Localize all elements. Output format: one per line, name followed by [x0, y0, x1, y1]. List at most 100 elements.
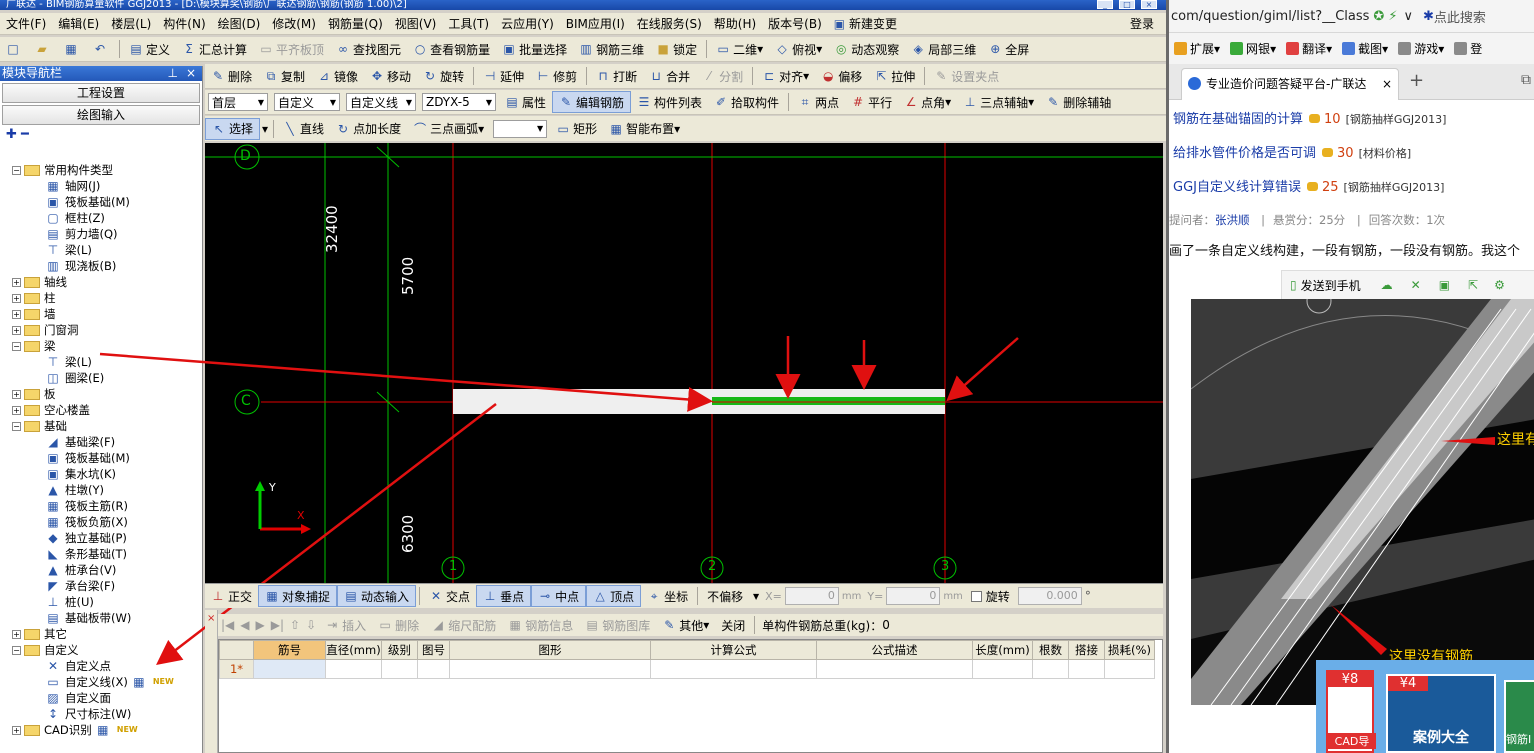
header-formula[interactable]: 计算公式	[650, 640, 817, 660]
count-cell[interactable]	[1032, 659, 1069, 679]
login-button[interactable]: 登录	[1124, 13, 1160, 35]
tree-folder[interactable]: − 常用构件类型	[12, 162, 113, 178]
define-button[interactable]: ▤ 定义	[123, 38, 176, 60]
prev-record-button[interactable]: ◀	[237, 614, 252, 636]
floor-select[interactable]: 首层 ▼	[208, 93, 268, 111]
tree-folder[interactable]: + 门窗洞	[12, 322, 79, 338]
offset-select[interactable]: 不偏移 ▼	[704, 587, 762, 605]
collapse-toggle-icon[interactable]: −	[12, 645, 21, 655]
bookmark-translate[interactable]: 翻译 ▾	[1281, 40, 1337, 57]
bar-no-cell[interactable]	[253, 659, 326, 679]
menu-draw[interactable]: 绘图(D)	[212, 13, 267, 35]
diameter-cell[interactable]	[325, 659, 382, 679]
next-record-button[interactable]: ▶	[253, 614, 268, 636]
new-file-button[interactable]: □	[0, 38, 29, 60]
loss-cell[interactable]	[1104, 659, 1155, 679]
stretch-button[interactable]: ⇱ 拉伸	[868, 65, 921, 87]
collapse-all-icon[interactable]: ━	[21, 127, 29, 142]
tree-item[interactable]: ▨ 自定义面	[46, 690, 111, 706]
menu-edit[interactable]: 编辑(E)	[52, 13, 105, 35]
expand-toggle-icon[interactable]: +	[12, 325, 21, 335]
minimize-button[interactable]: _	[1097, 0, 1113, 9]
tree-folder[interactable]: + 轴线	[12, 274, 67, 290]
sum-calc-button[interactable]: Σ 汇总计算	[176, 38, 253, 60]
open-file-button[interactable]: ▰	[29, 38, 58, 60]
other-dropdown[interactable]: ✎ 其他 ▾	[656, 614, 715, 636]
tree-item[interactable]: ◆ 独立基础(P)	[46, 530, 127, 546]
mirror-button[interactable]: ⊿ 镜像	[311, 65, 364, 87]
coordinate-snap[interactable]: ⌖ 坐标	[641, 585, 694, 607]
lap-cell[interactable]	[1068, 659, 1105, 679]
rebar-library-button[interactable]: ▤ 钢筋图库	[579, 614, 656, 636]
flat-slab-button[interactable]: ▭ 平齐板顶	[253, 38, 330, 60]
rotate-checkbox[interactable]	[970, 590, 982, 602]
tree-item[interactable]: ✕ 自定义点	[46, 658, 111, 674]
menu-modify[interactable]: 修改(M)	[266, 13, 322, 35]
header-shape[interactable]: 图形	[449, 640, 651, 660]
collapse-toggle-icon[interactable]: −	[12, 341, 21, 351]
menu-tools[interactable]: 工具(T)	[442, 13, 495, 35]
select-dropdown-arrow[interactable]: ▾	[260, 118, 270, 140]
question-link[interactable]: GGJ自定义线计算错误	[1173, 180, 1301, 195]
fullscreen-button[interactable]: ⊕ 全屏	[982, 38, 1035, 60]
bookmark-login[interactable]: 登	[1449, 40, 1487, 57]
tree-folder[interactable]: + 空心楼盖	[12, 402, 90, 418]
menu-floor[interactable]: 楼层(L)	[105, 13, 157, 35]
address-bar[interactable]: com/question/giml/list?__Class ✪ ⚡ ∨ ✱ 点…	[1169, 0, 1534, 33]
header-bar-no[interactable]: 筋号	[253, 640, 326, 660]
tree-folder[interactable]: + CAD识别 ▦ NEW	[12, 722, 138, 738]
dynamic-orbit-button[interactable]: ◎ 动态观察	[828, 38, 905, 60]
tree-item[interactable]: ◢ 基础梁(F)	[46, 434, 115, 450]
expand-icon[interactable]: ✕	[1411, 278, 1421, 292]
tab-menu-icon[interactable]: ⧉	[1521, 72, 1531, 88]
arc-option-select[interactable]: ▼	[493, 119, 548, 138]
move-up-button[interactable]: ⇧	[287, 614, 303, 636]
save-button[interactable]: ▦	[58, 38, 87, 60]
tree-item[interactable]: ⊤ 梁(L)	[46, 354, 92, 370]
asker-name[interactable]: 张洪顺	[1215, 213, 1250, 227]
tree-item[interactable]: ▦ 轴网(J)	[46, 178, 100, 194]
lightning-icon[interactable]: ⚡	[1388, 9, 1397, 24]
question-link[interactable]: 给排水管件价格是否可调	[1173, 146, 1316, 161]
bookmark-ebank[interactable]: 网银 ▾	[1225, 40, 1281, 57]
question-link[interactable]: 钢筋在基础锚固的计算	[1173, 112, 1303, 127]
type-select[interactable]: 自定义 ▼	[274, 93, 340, 111]
ortho-toggle[interactable]: ⊥ 正交	[205, 585, 258, 607]
tree-item[interactable]: ◫ 圈梁(E)	[46, 370, 104, 386]
select-button[interactable]: ↖ 选择	[205, 117, 261, 140]
tree-item[interactable]: ▦ 筏板主筋(R)	[46, 498, 128, 514]
tree-folder[interactable]: − 基础	[12, 418, 67, 434]
expand-toggle-icon[interactable]: +	[12, 293, 21, 303]
menu-file[interactable]: 文件(F)	[0, 13, 52, 35]
shape-cell[interactable]	[449, 659, 651, 679]
view-2d-dropdown[interactable]: ▭ 二维 ▾	[710, 38, 769, 60]
tree-item[interactable]: ⊥ 桩(U)	[46, 594, 94, 610]
header-length[interactable]: 长度(mm)	[972, 640, 1033, 660]
header-diameter[interactable]: 直径(mm)	[325, 640, 382, 660]
ad-banner[interactable]: ¥8 CAD导 ¥4 案例大全 钢筋I	[1316, 660, 1534, 753]
tree-folder[interactable]: − 自定义	[12, 642, 79, 658]
tree-item[interactable]: ▭ 自定义线(X) ▦ NEW	[46, 674, 174, 690]
expand-toggle-icon[interactable]: +	[12, 405, 21, 415]
shape-no-cell[interactable]	[417, 659, 450, 679]
question-image-3d[interactable]: 这里有 这里没有钢筋	[1191, 299, 1534, 705]
x-coord-input[interactable]: 0	[784, 587, 839, 605]
top-view-dropdown[interactable]: ◇ 俯视 ▾	[769, 38, 828, 60]
maximize-button[interactable]: □	[1119, 0, 1135, 9]
tree-folder[interactable]: + 板	[12, 386, 56, 402]
three-point-aux-dropdown[interactable]: ⊥ 三点辅轴 ▾	[957, 91, 1040, 113]
bookmark-screenshot[interactable]: 截图 ▾	[1337, 40, 1393, 57]
set-grip-button[interactable]: ✎ 设置夹点	[928, 65, 1005, 87]
formula-desc-cell[interactable]	[816, 659, 973, 679]
properties-button[interactable]: ▤ 属性	[499, 91, 552, 113]
tree-item[interactable]: ▥ 现浇板(B)	[46, 258, 116, 274]
dynamic-input-toggle[interactable]: ▤ 动态输入	[337, 585, 417, 607]
dropdown-icon[interactable]: ∨	[1403, 9, 1413, 24]
perpendicular-snap[interactable]: ⊥ 垂点	[476, 585, 532, 607]
expand-toggle-icon[interactable]: +	[12, 389, 21, 399]
find-element-button[interactable]: ∞ 查找图元	[330, 38, 407, 60]
search-box[interactable]: 点此搜索	[1434, 7, 1486, 26]
close-tab-icon[interactable]: ×	[1382, 69, 1392, 99]
batch-select-button[interactable]: ▣ 批量选择	[496, 38, 573, 60]
menu-view[interactable]: 视图(V)	[389, 13, 443, 35]
